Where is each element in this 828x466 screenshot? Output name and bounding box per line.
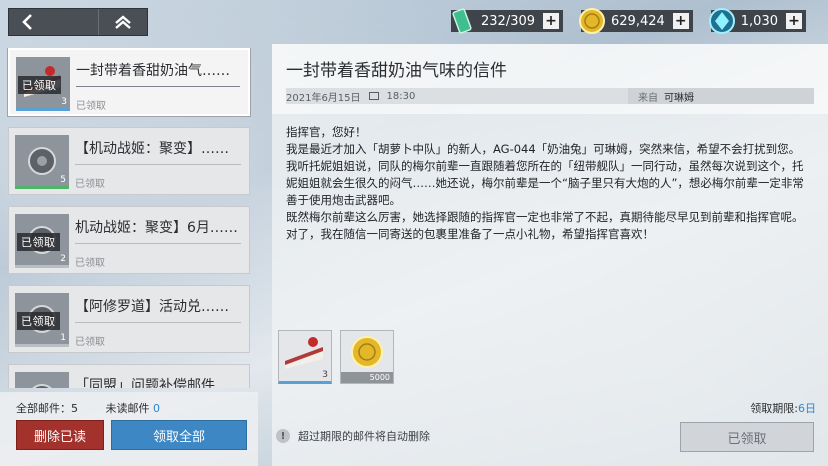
chevron-up-icon <box>115 15 131 29</box>
cake-icon <box>285 337 323 369</box>
resource-gold: 629,424 + <box>579 8 693 34</box>
total-value: 5 <box>71 402 78 415</box>
warning-text: 超过期限的邮件将自动删除 <box>298 430 430 443</box>
deadline-value: 6日 <box>798 402 816 415</box>
divider <box>75 322 241 323</box>
mail-title: 机动战姬：聚变】6月…… <box>75 220 238 236</box>
battery-icon <box>452 8 472 34</box>
sender-name: 可琳姆 <box>664 92 694 104</box>
mail-title: 一封带着香甜奶油气…… <box>76 63 230 79</box>
divider <box>76 86 240 87</box>
attachment-cake[interactable]: 3 <box>278 330 332 384</box>
mail-title: 【阿修罗道】活动兑…… <box>75 299 229 315</box>
mail-status: 已领取 <box>76 101 106 112</box>
mail-time: 18:30 <box>386 90 416 102</box>
resource-gem: 1,030 + <box>708 8 806 34</box>
calendar-icon <box>368 92 379 100</box>
back-button[interactable] <box>9 9 98 35</box>
claimed-badge: 已领取 <box>17 312 60 330</box>
mail-item-3[interactable]: 1 已领取 【阿修罗道】活动兑…… 已领取 <box>8 285 250 353</box>
divider <box>75 164 241 165</box>
add-battery-button[interactable]: + <box>543 13 560 29</box>
resource-bar: 232/309 + 629,424 + 1,030 + <box>433 8 806 34</box>
gold-value: 629,424 <box>611 13 665 29</box>
gem-value: 1,030 <box>740 13 778 29</box>
mail-status: 已领取 <box>75 179 105 190</box>
mail-item-0[interactable]: 3 已领取 一封带着香甜奶油气…… 已领取 <box>8 48 250 116</box>
unread-label: 未读邮件 <box>105 402 150 415</box>
delete-read-button[interactable]: 删除已读 <box>16 420 104 450</box>
body-paragraph: 我听托妮姐姐说，同队的梅尔前辈一直跟随着您所在的「纽带舰队」一同行动，虽然每次说… <box>286 159 804 207</box>
mail-item-1[interactable]: 5 【机动战姬：聚变】…… 已领取 <box>8 127 250 195</box>
body-paragraph: 既然梅尔前辈这么厉害，她选择跟随的指挥官一定也非常了不起，真期待能尽早见到前辈和… <box>286 210 804 224</box>
expiry-warning: ! 超过期限的邮件将自动删除 <box>276 428 430 444</box>
mail-item-4[interactable]: 「同盟」问题补偿邮件 <box>8 364 250 388</box>
gold-coin-icon <box>579 8 606 34</box>
battery-value: 232/309 <box>481 13 536 29</box>
sender-box: 来自 可琳姆 <box>628 88 814 104</box>
mail-item-2[interactable]: 2 已领取 机动战姬：聚变】6月…… 已领取 <box>8 206 250 274</box>
mail-status: 已领取 <box>75 337 105 348</box>
mail-thumb <box>15 372 69 388</box>
claimed-button[interactable]: 已领取 <box>680 422 814 452</box>
attachment-gold[interactable]: 5000 <box>340 330 394 384</box>
mail-status: 已领取 <box>75 258 105 269</box>
top-nav <box>8 8 148 36</box>
part-icon <box>32 384 52 388</box>
add-gem-button[interactable]: + <box>786 13 802 29</box>
gold-coin-icon <box>351 336 383 368</box>
mail-title: 【机动战姬：聚变】…… <box>75 141 229 157</box>
info-icon: ! <box>276 429 290 443</box>
attachment-qty: 5000 <box>341 372 393 383</box>
mail-detail-title: 一封带着香甜奶油气味的信件 <box>286 61 507 81</box>
mail-date: 2021年6月15日 <box>286 92 361 104</box>
home-button[interactable] <box>97 9 147 35</box>
claimed-badge: 已领取 <box>17 233 60 251</box>
resource-battery: 232/309 + <box>451 8 564 34</box>
deadline-label: 领取期限: <box>750 402 798 415</box>
mail-thumb: 5 <box>15 135 69 189</box>
mail-counts: 全部邮件：5 未读邮件 0 <box>16 400 160 416</box>
part-icon <box>28 147 56 175</box>
claim-deadline: 领取期限:6日 <box>750 400 816 416</box>
divider <box>75 243 241 244</box>
body-paragraph: 我是最近才加入「胡萝卜中队」的新人，AG-044「奶油兔」可琳姆，突然来信，希望… <box>286 142 801 156</box>
unread-value: 0 <box>153 402 160 415</box>
from-label: 来自 <box>638 92 658 104</box>
claim-all-button[interactable]: 领取全部 <box>111 420 247 450</box>
mail-header: 一封带着香甜奶油气味的信件 2021年6月15日 18:30 来自 可琳姆 <box>272 44 828 114</box>
body-paragraph: 对了，我在随信一同寄送的包裹里准备了一点小礼物，希望指挥官喜欢！ <box>286 227 654 241</box>
mail-title: 「同盟」问题补偿邮件 <box>75 378 215 388</box>
mail-list[interactable]: 3 已领取 一封带着香甜奶油气…… 已领取 5 【机动战姬：聚变】…… 已领取 … <box>6 48 254 388</box>
mail-footer: 全部邮件：5 未读邮件 0 删除已读 领取全部 <box>0 392 258 466</box>
add-gold-button[interactable]: + <box>672 13 689 29</box>
attachments: 3 5000 <box>278 330 394 384</box>
mail-detail: 一封带着香甜奶油气味的信件 2021年6月15日 18:30 来自 可琳姆 指挥… <box>272 44 828 466</box>
gem-icon <box>708 8 735 34</box>
mail-meta: 2021年6月15日 18:30 来自 可琳姆 <box>286 88 814 104</box>
body-paragraph: 指挥官，您好！ <box>286 125 367 139</box>
mail-body: 指挥官，您好！ 我是最近才加入「胡萝卜中队」的新人，AG-044「奶油兔」可琳姆… <box>286 124 806 243</box>
chevron-left-icon <box>22 14 32 30</box>
total-label: 全部邮件： <box>16 402 71 415</box>
claimed-badge: 已领取 <box>18 76 61 94</box>
